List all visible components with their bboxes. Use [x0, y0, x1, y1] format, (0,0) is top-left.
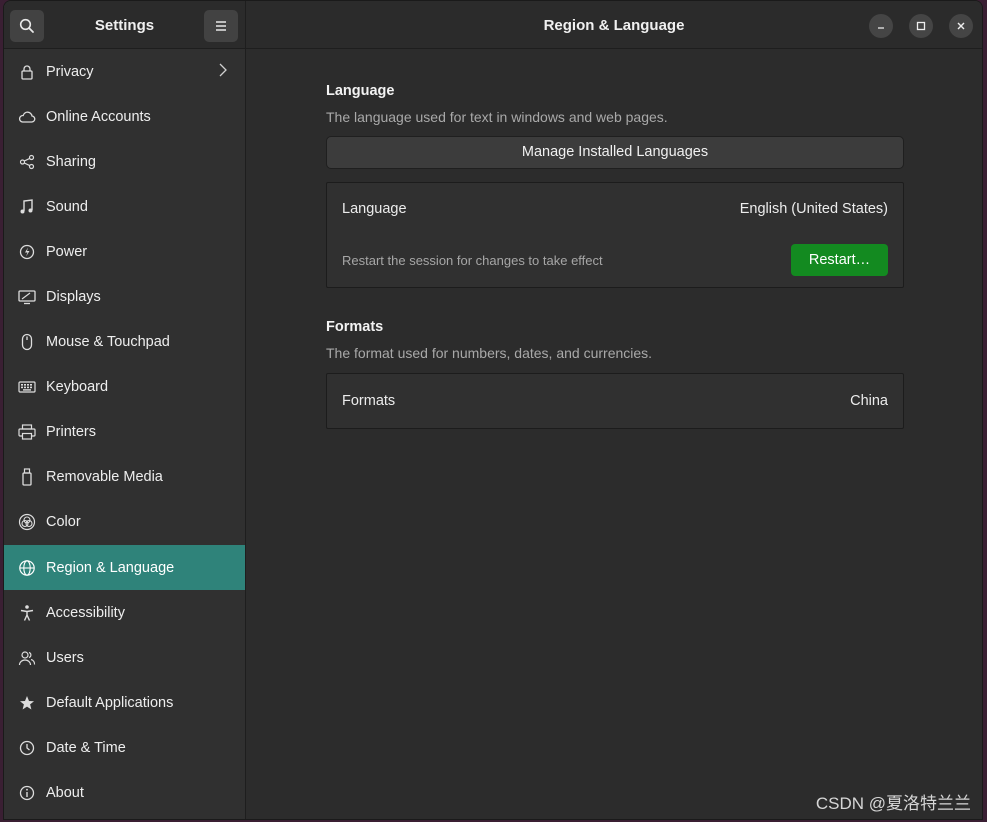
- sidebar-item-sound[interactable]: Sound: [4, 184, 245, 229]
- language-row[interactable]: Language English (United States): [327, 183, 903, 235]
- usb-drive-icon: [18, 468, 36, 487]
- language-section-description: The language used for text in windows an…: [326, 109, 668, 125]
- restart-note: Restart the session for changes to take …: [342, 252, 603, 268]
- sidebar-item-label: Online Accounts: [46, 108, 151, 125]
- main-panel: Region & Language Language The language …: [246, 1, 982, 819]
- mouse-icon: [18, 333, 36, 351]
- sidebar-item-label: Users: [46, 649, 84, 666]
- formats-row[interactable]: Formats China: [327, 374, 903, 428]
- sidebar-item-label: About: [46, 785, 84, 802]
- sidebar-item-label: Mouse & Touchpad: [46, 334, 170, 351]
- watermark-text: CSDN @夏洛特兰兰: [815, 794, 971, 813]
- sidebar-item-label: Default Applications: [46, 694, 174, 711]
- sidebar-item-default-applications[interactable]: Default Applications: [4, 680, 245, 725]
- sidebar-item-online-accounts[interactable]: Online Accounts: [4, 94, 245, 139]
- sidebar-item-printers[interactable]: Printers: [4, 410, 245, 455]
- language-section-title: Language: [326, 83, 395, 99]
- info-icon: [18, 784, 36, 802]
- sidebar-item-label: Date & Time: [46, 739, 126, 756]
- sidebar-item-label: Region & Language: [46, 559, 175, 576]
- sidebar-item-label: Displays: [46, 289, 101, 306]
- cloud-icon: [18, 108, 36, 126]
- music-note-icon: [18, 198, 36, 216]
- sidebar-item-about[interactable]: About: [4, 771, 245, 816]
- star-icon: [18, 694, 36, 712]
- maximize-button[interactable]: [909, 14, 933, 38]
- sidebar-item-power[interactable]: Power: [4, 229, 245, 274]
- power-icon: [18, 243, 36, 261]
- formats-card: Formats China: [326, 373, 904, 429]
- settings-window: Settings Privacy Online Accounts Sharing…: [3, 0, 983, 820]
- sidebar-item-label: Removable Media: [46, 469, 163, 486]
- restart-button[interactable]: Restart…: [791, 244, 888, 276]
- accessibility-icon: [18, 604, 36, 622]
- sidebar-item-label: Printers: [46, 424, 96, 441]
- lock-icon: [18, 63, 36, 81]
- content-area: Language The language used for text in w…: [326, 49, 904, 429]
- hamburger-icon: [216, 21, 226, 31]
- manage-installed-languages-button[interactable]: Manage Installed Languages: [326, 136, 904, 169]
- minimize-button[interactable]: [869, 14, 893, 38]
- sidebar-item-label: Accessibility: [46, 604, 125, 621]
- sidebar-item-region-language[interactable]: Region & Language: [4, 545, 245, 591]
- sidebar-item-sharing[interactable]: Sharing: [4, 139, 245, 184]
- sidebar-item-accessibility[interactable]: Accessibility: [4, 590, 245, 635]
- sidebar-item-users[interactable]: Users: [4, 635, 245, 680]
- sidebar-item-displays[interactable]: Displays: [4, 274, 245, 319]
- color-icon: [18, 513, 36, 531]
- menu-button[interactable]: [204, 10, 238, 42]
- sidebar-item-keyboard[interactable]: Keyboard: [4, 365, 245, 410]
- sidebar-item-label: Power: [46, 243, 88, 260]
- formats-row-label: Formats: [342, 393, 396, 409]
- close-icon: [957, 22, 965, 30]
- sidebar-item-privacy[interactable]: Privacy: [4, 49, 245, 94]
- sidebar-item-label: Sharing: [46, 153, 96, 170]
- formats-row-value: China: [850, 393, 888, 409]
- sidebar-item-label: Privacy: [46, 63, 94, 80]
- minimize-icon: [878, 27, 884, 29]
- sidebar-item-date-time[interactable]: Date & Time: [4, 725, 245, 770]
- header-bar: Region & Language: [246, 1, 982, 49]
- sidebar-header: Settings: [4, 1, 245, 49]
- sidebar: Settings Privacy Online Accounts Sharing…: [4, 1, 246, 819]
- globe-icon: [18, 559, 36, 577]
- printer-icon: [18, 423, 36, 441]
- language-row-label: Language: [342, 201, 407, 217]
- clock-icon: [18, 739, 36, 757]
- keyboard-icon: [18, 378, 36, 396]
- sidebar-item-color[interactable]: Color: [4, 500, 245, 545]
- language-card: Language English (United States) Restart…: [326, 182, 904, 288]
- display-icon: [18, 288, 36, 306]
- sidebar-item-mouse-touchpad[interactable]: Mouse & Touchpad: [4, 320, 245, 365]
- chevron-right-icon: [219, 63, 227, 77]
- sidebar-nav: Privacy Online Accounts Sharing Sound Po…: [4, 49, 245, 816]
- close-button[interactable]: [949, 14, 973, 38]
- language-row-value: English (United States): [739, 201, 888, 217]
- maximize-icon: [916, 21, 926, 31]
- formats-section-description: The format used for numbers, dates, and …: [326, 345, 653, 361]
- sidebar-item-label: Keyboard: [46, 379, 109, 396]
- share-icon: [18, 153, 36, 171]
- formats-section-title: Formats: [326, 319, 384, 335]
- restart-row: Restart the session for changes to take …: [327, 235, 903, 285]
- sidebar-item-label: Sound: [46, 198, 88, 215]
- sidebar-item-removable-media[interactable]: Removable Media: [4, 455, 245, 500]
- users-icon: [18, 649, 36, 667]
- sidebar-item-label: Color: [46, 514, 81, 531]
